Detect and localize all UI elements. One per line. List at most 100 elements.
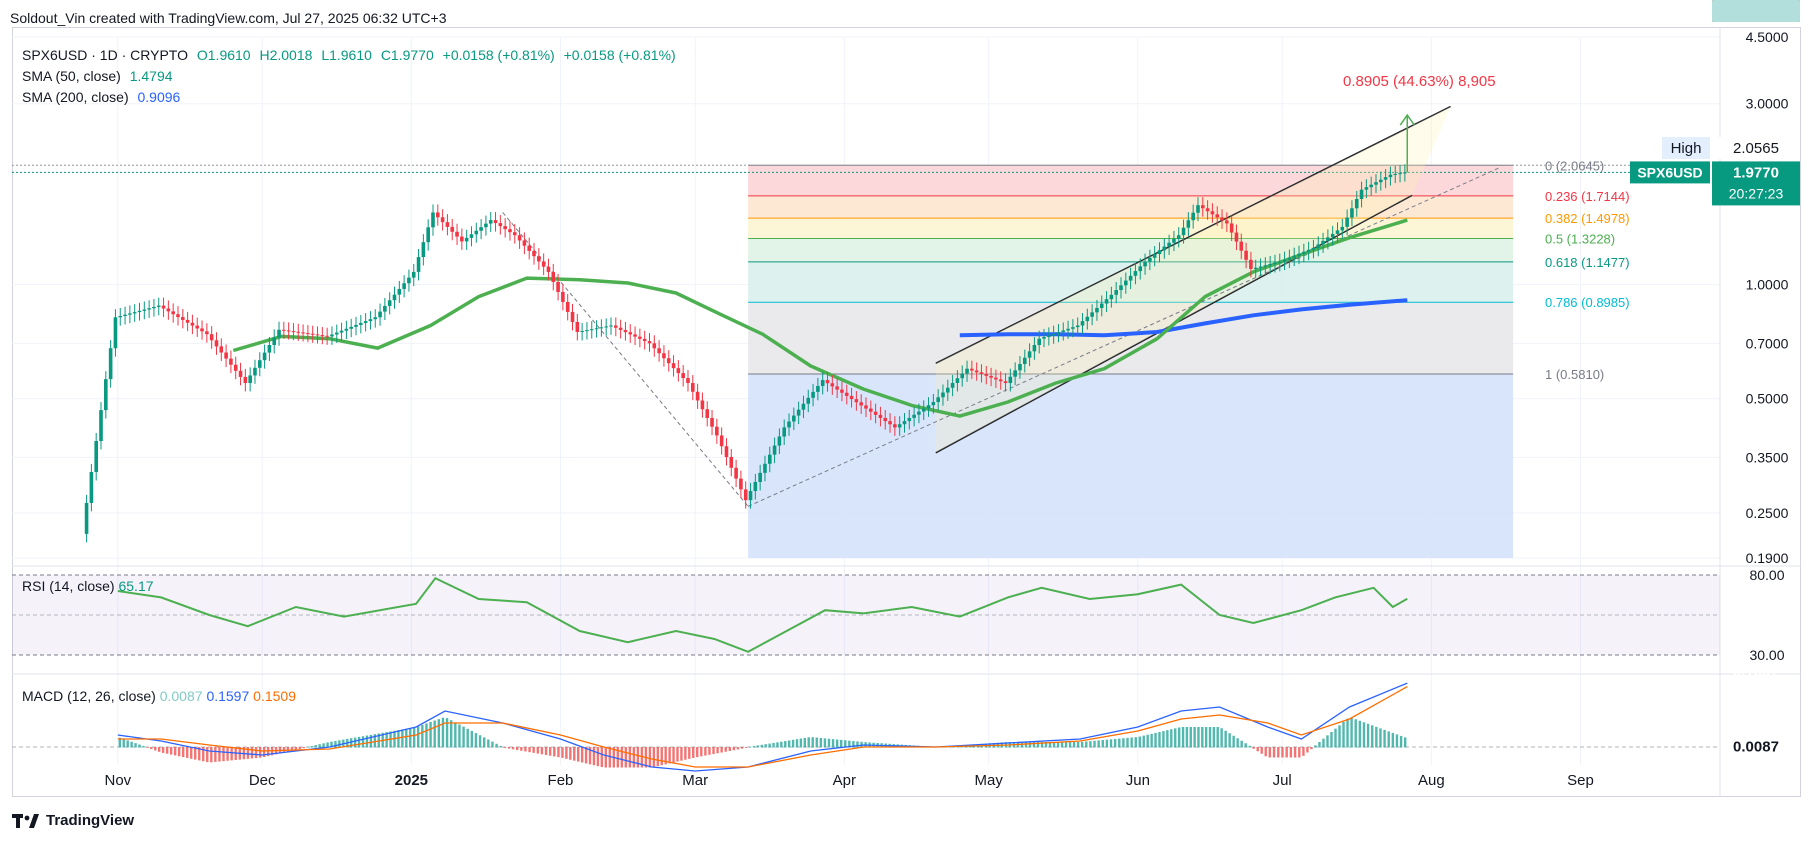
- candle-body: [955, 378, 960, 383]
- candle-body: [94, 441, 98, 472]
- candle-body: [383, 305, 387, 312]
- macd-histogram-bar: [1028, 742, 1032, 748]
- candle-body: [537, 256, 541, 262]
- candle-body: [830, 383, 835, 387]
- macd-histogram-bar: [795, 739, 799, 748]
- macd-histogram-bar: [1032, 742, 1036, 748]
- macd-histogram-bar: [624, 747, 628, 768]
- candle-body: [248, 375, 252, 384]
- footer-brand[interactable]: TradingView: [12, 812, 134, 829]
- macd-histogram-bar: [206, 747, 209, 763]
- macd-histogram-bar: [1318, 742, 1321, 748]
- sma50-label[interactable]: SMA (50, close): [22, 68, 121, 84]
- macd-histogram-bar: [298, 747, 302, 750]
- macd-signal-tag-text: 0.1509: [1733, 691, 1779, 708]
- y-tick-label: 0.3500: [1746, 449, 1789, 465]
- macd-histogram-bar: [1371, 725, 1374, 748]
- macd-histogram-bar: [150, 747, 153, 750]
- rsi-label[interactable]: RSI (14, close): [22, 578, 115, 594]
- candle-body: [166, 308, 171, 312]
- macd-histogram-bar: [569, 747, 572, 760]
- legend-close: C1.9770: [380, 47, 434, 63]
- candle-body: [1032, 345, 1037, 352]
- candle-body: [224, 352, 228, 359]
- candle-body: [921, 408, 926, 412]
- macd-histogram-bar: [553, 747, 556, 757]
- candle-body: [719, 435, 724, 447]
- candle-body: [1258, 266, 1263, 268]
- candle-body: [1167, 242, 1171, 247]
- candle-body: [306, 333, 310, 335]
- candle-body: [580, 331, 584, 333]
- macd-histogram-bar: [322, 743, 325, 748]
- candle-body: [445, 222, 450, 227]
- candle-body: [638, 336, 642, 339]
- candle-body: [522, 240, 527, 246]
- candle-body: [1095, 307, 1099, 313]
- macd-histogram-bar: [1289, 747, 1293, 758]
- macd-histogram-bar: [1224, 730, 1227, 748]
- candle-body: [594, 328, 599, 330]
- macd-histogram-bar: [791, 739, 795, 748]
- macd-histogram-bar: [776, 742, 779, 748]
- macd-histogram-bar: [672, 747, 675, 763]
- candle-body: [325, 335, 329, 337]
- macd-histogram-bar: [1072, 742, 1076, 748]
- macd-histogram-bar: [799, 738, 803, 748]
- macd-histogram-bar: [1252, 747, 1255, 749]
- macd-histogram-bar: [437, 719, 441, 748]
- macd-histogram-bar: [720, 747, 723, 753]
- macd-histogram-bar: [182, 747, 185, 758]
- candle-body: [205, 331, 209, 335]
- x-tick-label: Dec: [249, 772, 276, 789]
- candle-body: [1128, 275, 1133, 281]
- candle-body: [907, 417, 912, 422]
- candle-body: [1157, 250, 1162, 255]
- candle-body: [1316, 244, 1321, 248]
- chart-canvas[interactable]: 0 (2.0645)0.236 (1.7144)0.382 (1.4978)0.…: [0, 0, 1814, 843]
- candle-body: [686, 378, 690, 384]
- candle-body: [743, 489, 748, 501]
- candle-body: [407, 277, 411, 284]
- candle-body: [368, 319, 373, 322]
- candle-body: [1268, 264, 1272, 266]
- macd-histogram-bar: [190, 747, 193, 759]
- candle-body: [570, 311, 575, 322]
- macd-label[interactable]: MACD (12, 26, close): [22, 688, 156, 704]
- candle-body: [1220, 217, 1224, 221]
- macd-histogram-bar: [1228, 733, 1231, 748]
- candle-body: [219, 346, 224, 353]
- macd-histogram-bar: [1256, 747, 1259, 752]
- candle-body: [1374, 182, 1378, 185]
- macd-histogram-bar: [688, 747, 691, 759]
- candle-body: [748, 491, 753, 501]
- candle-body: [772, 445, 777, 455]
- candle-body: [359, 323, 363, 325]
- rsi-tag-text: 65.17: [1737, 591, 1775, 608]
- candle-body: [1403, 172, 1407, 174]
- candle-body: [1022, 357, 1027, 365]
- candle-body: [291, 331, 296, 333]
- macd-histogram-bar: [1197, 727, 1200, 748]
- y-tick-label: 0.1900: [1746, 550, 1789, 566]
- candle-body: [84, 502, 89, 534]
- legend-symbol[interactable]: SPX6USD · 1D · CRYPTO: [22, 47, 188, 63]
- candle-body: [229, 358, 233, 365]
- macd-histogram-bar: [146, 747, 149, 748]
- candle-body: [503, 226, 507, 230]
- macd-histogram-bar: [1387, 731, 1390, 748]
- macd-hist-tag-bg: [1712, 0, 1800, 22]
- candle-body: [392, 294, 397, 301]
- candle-body: [715, 426, 719, 436]
- sma200-label[interactable]: SMA (200, close): [22, 89, 129, 105]
- candle-body: [690, 383, 695, 392]
- macd-histogram-bar: [1204, 727, 1208, 748]
- macd-histogram-bar: [1404, 737, 1407, 748]
- macd-histogram-bar: [524, 747, 527, 752]
- macd-histogram-bar: [222, 747, 225, 762]
- candle-body: [806, 397, 811, 404]
- candle-body: [1244, 250, 1248, 260]
- candle-body: [488, 220, 493, 224]
- candle-body: [604, 326, 608, 328]
- candle-body: [1051, 333, 1056, 336]
